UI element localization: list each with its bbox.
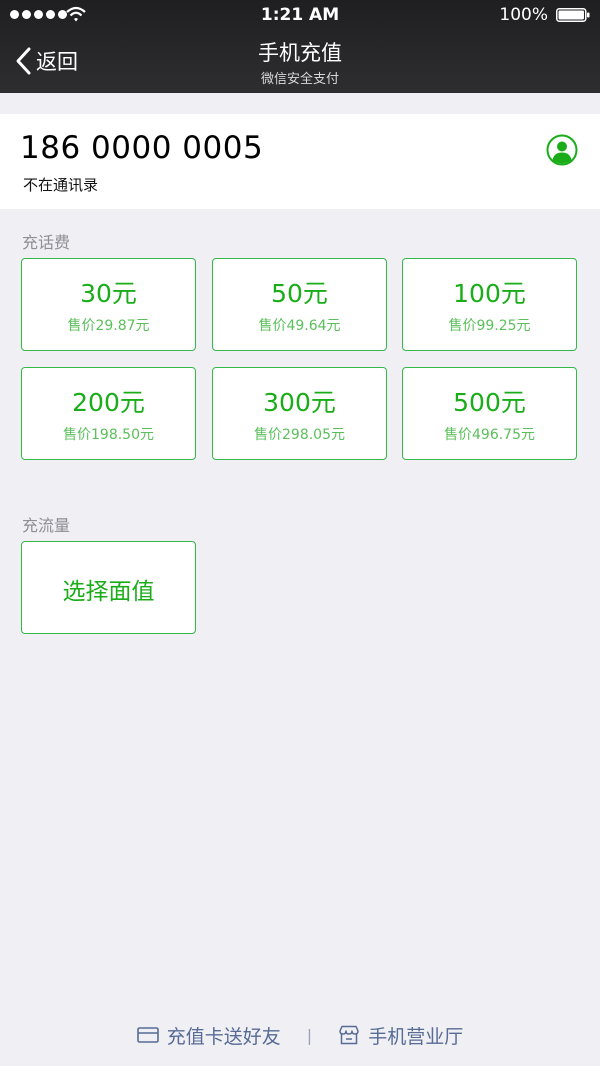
phone-number-card: 不在通讯录 — [0, 114, 600, 209]
contact-status-note: 不在通讯录 — [23, 176, 99, 194]
credit-option-200[interactable]: 200元 售价198.50元 — [21, 367, 196, 460]
credit-option-100[interactable]: 100元 售价99.25元 — [402, 258, 577, 351]
credit-price: 售价49.64元 — [258, 318, 341, 334]
credit-price: 售价198.50元 — [63, 427, 154, 443]
credit-option-300[interactable]: 300元 售价298.05元 — [212, 367, 387, 460]
mobile-store-label: 手机营业厅 — [368, 1025, 464, 1048]
credit-amount: 50元 — [271, 279, 328, 308]
select-data-plan-button[interactable]: 选择面值 — [21, 541, 196, 634]
page-subtitle: 微信安全支付 — [260, 72, 339, 87]
card-icon — [136, 1027, 159, 1043]
gift-card-label: 充值卡送好友 — [166, 1025, 281, 1048]
credit-price: 售价29.87元 — [67, 318, 150, 334]
credit-price: 售价496.75元 — [444, 427, 535, 443]
credit-amount: 30元 — [80, 279, 137, 308]
call-credit-label: 充话费 — [22, 233, 71, 252]
phone-number-input[interactable] — [20, 130, 460, 166]
credit-price: 售价99.25元 — [448, 318, 531, 334]
footer-links: 充值卡送好友 | 手机营业厅 — [0, 1020, 600, 1050]
battery-icon — [556, 8, 590, 22]
select-data-plan-label: 选择面值 — [62, 579, 155, 605]
credit-amount: 300元 — [263, 388, 336, 417]
top-bar: 1:21 AM 100% 返回 手机充值 微信安全支付 — [0, 0, 600, 93]
credit-option-50[interactable]: 50元 售价49.64元 — [212, 258, 387, 351]
credit-amount: 200元 — [72, 388, 145, 417]
data-plan-label: 充流量 — [22, 516, 71, 535]
credit-option-30[interactable]: 30元 售价29.87元 — [21, 258, 196, 351]
credit-amount: 100元 — [453, 279, 526, 308]
footer-separator: | — [306, 1025, 313, 1045]
status-bar: 1:21 AM 100% — [0, 0, 600, 30]
credit-amount: 500元 — [453, 388, 526, 417]
credit-option-500[interactable]: 500元 售价496.75元 — [402, 367, 577, 460]
store-icon — [339, 1025, 359, 1045]
page-title: 手机充值 — [258, 41, 342, 65]
mobile-store-link[interactable]: 手机营业厅 — [338, 1022, 463, 1049]
credit-price: 售价298.05元 — [254, 427, 345, 443]
person-circle-icon[interactable] — [546, 134, 578, 166]
gift-card-link[interactable]: 充值卡送好友 — [136, 1022, 281, 1049]
battery-percent: 100% — [499, 5, 548, 25]
